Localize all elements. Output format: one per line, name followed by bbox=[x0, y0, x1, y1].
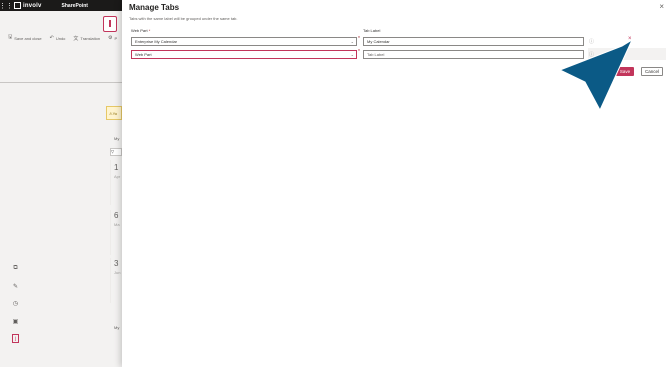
panel-title: Manage Tabs bbox=[129, 3, 180, 12]
brand-logo-icon bbox=[14, 2, 21, 9]
brand: involv bbox=[14, 2, 42, 9]
section-label: My bbox=[114, 325, 120, 330]
more-icon: ⚙ bbox=[108, 35, 113, 41]
info-icon[interactable]: ⓘ bbox=[589, 38, 594, 45]
web-part-select[interactable]: Web Part ⌄ bbox=[131, 50, 357, 59]
event-month: Apr bbox=[114, 174, 121, 179]
event-month: Jun bbox=[114, 270, 121, 275]
section-label: My bbox=[114, 136, 120, 141]
filter-icon[interactable]: ▽ bbox=[110, 148, 122, 156]
delete-row-icon[interactable]: × bbox=[628, 36, 632, 42]
undo-icon: ↶ bbox=[49, 35, 54, 41]
event-day: 6 bbox=[114, 211, 119, 220]
event-day: 1 bbox=[114, 163, 119, 172]
app-rail-logo-icon[interactable]: j bbox=[12, 334, 19, 343]
tab-label-input[interactable]: Tab Label bbox=[363, 50, 584, 59]
translation-icon: 文 bbox=[73, 35, 79, 42]
event-day: 3 bbox=[114, 259, 119, 268]
save-and-close-button[interactable]: 🖫 Save and close bbox=[8, 34, 42, 42]
translation-button[interactable]: 文 Translation bbox=[73, 35, 100, 42]
history-icon[interactable]: ◷ bbox=[12, 300, 19, 307]
suite-bar: ⋮⋮ involv SharePoint bbox=[0, 0, 122, 11]
warning-banner: ⚠ Yo bbox=[106, 106, 122, 120]
required-indicator: * bbox=[358, 36, 360, 42]
chevron-down-icon: ⌄ bbox=[350, 39, 354, 44]
command-bar: 🖫 Save and close ↶ Undo 文 Translation ⚙ P bbox=[0, 32, 122, 44]
app-launcher-icon[interactable]: ⋮⋮ bbox=[0, 0, 13, 11]
save-button[interactable]: Save bbox=[616, 67, 634, 76]
more-command-button[interactable]: ⚙ P bbox=[108, 35, 117, 41]
pages-icon[interactable]: ⧉ bbox=[12, 265, 19, 272]
page-background bbox=[0, 11, 122, 367]
info-icon[interactable]: ⓘ bbox=[589, 51, 594, 58]
web-part-select[interactable]: Enterprise My Calendar ⌄ bbox=[131, 37, 357, 46]
panel-description: Tabs with the same label will be grouped… bbox=[129, 16, 238, 21]
settings-icon[interactable]: ▣ bbox=[12, 318, 19, 325]
page-divider bbox=[0, 82, 122, 83]
manage-tabs-panel: Manage Tabs × Tabs with the same label w… bbox=[122, 0, 670, 367]
web-part-column-header: Web Part * bbox=[131, 28, 151, 33]
edit-icon[interactable]: ✎ bbox=[12, 283, 19, 290]
site-logo-icon bbox=[103, 16, 117, 32]
tab-label-column-header: Tab Label bbox=[363, 28, 381, 33]
save-icon: 🖫 bbox=[8, 34, 13, 40]
undo-button[interactable]: ↶ Undo bbox=[50, 35, 66, 41]
tab-label-input[interactable]: My Calendar bbox=[363, 37, 584, 46]
close-icon[interactable]: × bbox=[659, 2, 664, 11]
brand-name: involv bbox=[23, 2, 42, 9]
event-month: Ma bbox=[114, 222, 120, 227]
cancel-button[interactable]: Cancel bbox=[641, 67, 663, 76]
row-action-band bbox=[588, 48, 666, 60]
required-indicator: * bbox=[358, 49, 360, 55]
chevron-down-icon: ⌄ bbox=[350, 52, 354, 57]
app-name[interactable]: SharePoint bbox=[62, 3, 88, 9]
